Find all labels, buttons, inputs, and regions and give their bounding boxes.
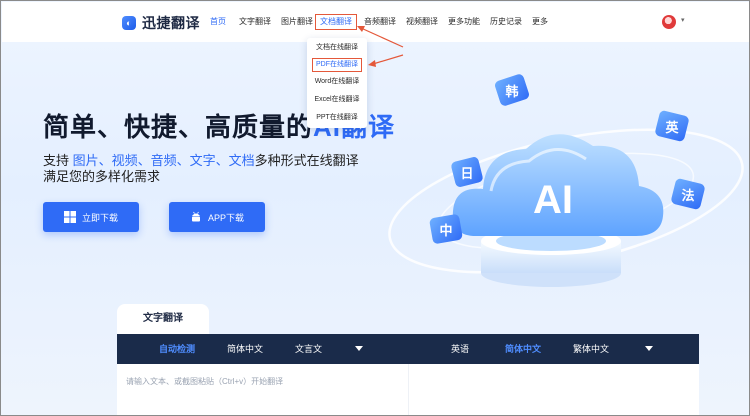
nav-document-translate[interactable]: 文档翻译 — [315, 14, 357, 30]
svg-text:法: 法 — [681, 188, 694, 204]
target-lang-chevron-down-icon[interactable] — [645, 346, 653, 351]
chevron-down-icon[interactable]: ▾ — [681, 16, 685, 24]
cloud-ai-label: AI — [533, 178, 573, 222]
translate-input-placeholder: 请输入文本、或截图粘贴（Ctrl+v）开始翻译 — [126, 377, 284, 386]
hero-sub-highlight: 图片、视频、音频、文字、文档 — [72, 153, 255, 168]
bubble-korean: 韩 — [495, 74, 529, 106]
windows-download-button[interactable]: 立即下载 — [43, 202, 139, 232]
target-lang-simplified-chinese[interactable]: 简体中文 — [505, 334, 541, 364]
source-lang-chevron-down-icon[interactable] — [355, 346, 363, 351]
nav-history[interactable]: 历史记录 — [490, 14, 522, 30]
nav-text-translate[interactable]: 文字翻译 — [239, 14, 271, 30]
dropdown-item-pdf[interactable]: PDF在线翻译 — [312, 58, 362, 72]
ai-cloud-illustration: AI 韩 英 日 法 中 — [388, 74, 744, 287]
panel-divider — [408, 364, 409, 415]
svg-text:英: 英 — [664, 120, 679, 136]
bubble-french: 法 — [671, 178, 705, 210]
nav-audio-translate[interactable]: 音频翻译 — [364, 14, 396, 30]
dropdown-item-document[interactable]: 文档在线翻译 — [307, 42, 367, 54]
nav-image-translate[interactable]: 图片翻译 — [281, 14, 313, 30]
user-avatar[interactable] — [662, 15, 676, 29]
source-lang-auto[interactable]: 自动检测 — [159, 334, 195, 364]
target-lang-english[interactable]: 英语 — [451, 334, 469, 364]
dropdown-item-ppt[interactable]: PPT在线翻译 — [307, 112, 367, 124]
hero-title-main: 简单、快捷、高质量的 — [43, 112, 314, 142]
svg-text:中: 中 — [439, 223, 452, 239]
bubble-english: 英 — [655, 110, 689, 142]
nav-home[interactable]: 首页 — [210, 14, 226, 30]
language-bar: 自动检测 简体中文 文言文 英语 简体中文 繁体中文 — [117, 334, 699, 364]
top-header: ◐ 迅捷翻译 首页 文字翻译 图片翻译 文档翻译 音频翻译 视频翻译 更多功能 … — [2, 2, 749, 42]
windows-icon — [63, 211, 76, 223]
nav-more[interactable]: 更多 — [532, 14, 548, 30]
bubble-chinese: 中 — [429, 214, 463, 244]
nav-more-features[interactable]: 更多功能 — [448, 14, 480, 30]
source-lang-simplified-chinese[interactable]: 简体中文 — [227, 334, 263, 364]
hero-sub-prefix: 支持 — [43, 153, 73, 168]
hero-subtitle: 支持 图片、视频、音频、文字、文档多种形式在线翻译 — [43, 152, 359, 169]
app-download-button[interactable]: APP下载 — [169, 202, 265, 232]
hero-sub-suffix: 多种形式在线翻译 — [254, 153, 359, 168]
text-translate-tab[interactable]: 文字翻译 — [117, 304, 209, 334]
page-frame: ◐ 迅捷翻译 首页 文字翻译 图片翻译 文档翻译 音频翻译 视频翻译 更多功能 … — [0, 0, 750, 416]
main-nav: 首页 文字翻译 图片翻译 文档翻译 音频翻译 视频翻译 更多功能 历史记录 更多 — [2, 14, 749, 30]
target-lang-traditional-chinese[interactable]: 繁体中文 — [573, 334, 609, 364]
svg-text:日: 日 — [460, 167, 473, 182]
document-translate-dropdown: 文档在线翻译 PDF在线翻译 Word在线翻译 Excel在线翻译 PPT在线翻… — [307, 38, 367, 128]
android-icon — [191, 211, 200, 222]
nav-video-translate[interactable]: 视频翻译 — [406, 14, 438, 30]
source-lang-classical-chinese[interactable]: 文言文 — [295, 334, 322, 364]
windows-download-label: 立即下载 — [81, 212, 118, 223]
dropdown-item-excel[interactable]: Excel在线翻译 — [307, 94, 367, 106]
dropdown-item-word[interactable]: Word在线翻译 — [307, 76, 367, 88]
translate-input-area[interactable]: 请输入文本、或截图粘贴（Ctrl+v）开始翻译 — [117, 364, 699, 415]
hero-subtitle-line2: 满足您的多样化需求 — [43, 169, 161, 184]
svg-text:韩: 韩 — [505, 84, 518, 100]
app-download-label: APP下载 — [207, 212, 244, 223]
arrow-to-pdf-head — [368, 60, 376, 67]
